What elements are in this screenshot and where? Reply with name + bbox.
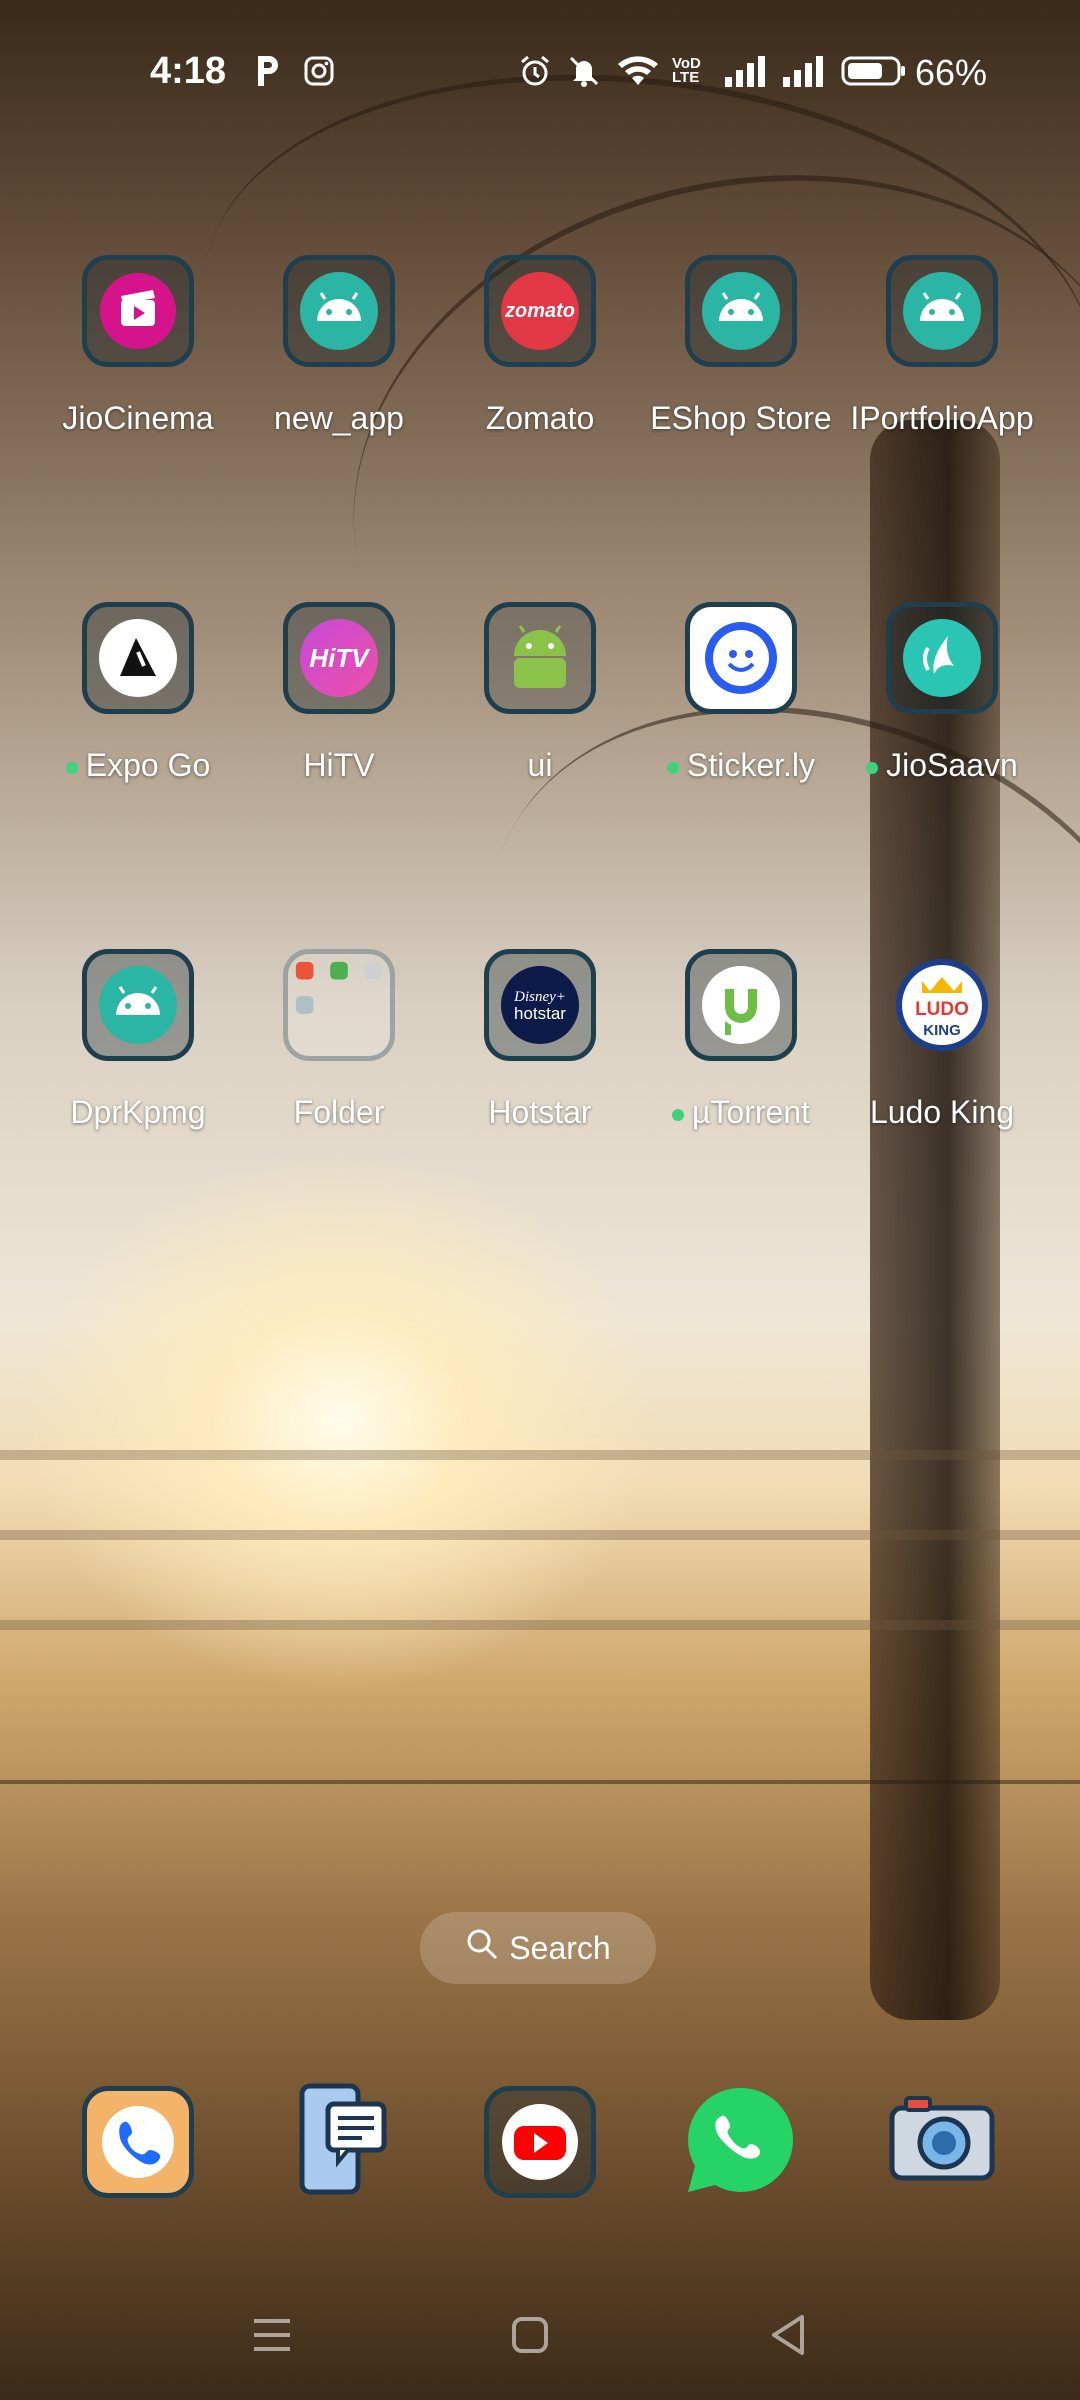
hitv-icon: HiTV xyxy=(283,602,395,714)
new-update-dot xyxy=(666,761,679,774)
zomato-icon: zomato xyxy=(484,255,596,367)
svg-text:Disney+: Disney+ xyxy=(513,989,566,1005)
app-label: Ludo King xyxy=(869,1094,1015,1130)
app-label: Expo Go xyxy=(85,747,211,783)
new-update-dot xyxy=(866,761,879,774)
android-green-icon xyxy=(484,602,596,714)
dock-phone[interactable] xyxy=(78,2082,198,2202)
app-eshop-store[interactable]: EShop Store xyxy=(641,255,841,485)
app-iportfolioapp[interactable]: IPortfolioApp xyxy=(842,255,1042,485)
android-icon xyxy=(685,255,797,367)
hotstar-icon: Disney+ hotstar xyxy=(484,949,596,1061)
android-icon xyxy=(82,949,194,1061)
app-ludo-king[interactable]: LUDO KING Ludo King xyxy=(842,949,1042,1179)
app-dprkpmg[interactable]: DprKpmg xyxy=(38,949,238,1179)
dock-messages[interactable] xyxy=(278,2082,398,2202)
app-hotstar[interactable]: Disney+ hotstar Hotstar xyxy=(440,949,640,1179)
app-ui[interactable]: ui xyxy=(440,602,640,832)
jiosaavn-icon xyxy=(886,602,998,714)
android-icon xyxy=(886,255,998,367)
search-icon xyxy=(465,1927,499,1969)
wave-line xyxy=(0,1780,1080,1784)
status-bar: 4:18 VoD LTE 66% xyxy=(0,0,1080,150)
expo-go-icon xyxy=(82,602,194,714)
phone-icon xyxy=(82,2086,194,2198)
status-time: 4:18 xyxy=(150,50,227,92)
app-expo-go[interactable]: Expo Go xyxy=(38,602,238,832)
svg-text:LUDO: LUDO xyxy=(915,999,969,1020)
new-update-dot xyxy=(65,761,78,774)
svg-text:hotstar: hotstar xyxy=(514,1004,566,1023)
stickerly-icon xyxy=(685,602,797,714)
app-label: µTorrent xyxy=(691,1094,811,1130)
app-hitv[interactable]: HiTV HiTV xyxy=(239,602,439,832)
app-jiocinema[interactable]: JioCinema xyxy=(38,255,238,485)
mute-icon xyxy=(566,52,602,90)
signal-icon xyxy=(722,52,768,90)
navigation-bar xyxy=(0,2300,1080,2370)
dock-youtube[interactable] xyxy=(480,2082,600,2202)
search-label: Search xyxy=(509,1929,611,1966)
youtube-icon xyxy=(484,2086,596,2198)
svg-text:HiTV: HiTV xyxy=(309,643,371,673)
app-label: Sticker.ly xyxy=(686,747,816,783)
camera-icon xyxy=(884,2092,1000,2193)
app-folder[interactable]: Folder xyxy=(239,949,439,1179)
app-jiosaavn[interactable]: JioSaavn xyxy=(842,602,1042,832)
dock-whatsapp[interactable] xyxy=(680,2082,800,2202)
alarm-icon xyxy=(517,52,553,90)
jiocinema-icon xyxy=(82,255,194,367)
menu-button[interactable] xyxy=(242,2310,302,2360)
app-zomato[interactable]: zomato Zomato xyxy=(440,255,640,485)
back-button[interactable] xyxy=(758,2310,818,2360)
signal-icon xyxy=(780,52,826,90)
dock-camera[interactable] xyxy=(882,2082,1002,2202)
p-notification-icon xyxy=(253,52,283,90)
app-label: IPortfolioApp xyxy=(850,400,1034,436)
new-update-dot xyxy=(671,1108,684,1121)
svg-text:zomato: zomato xyxy=(504,300,575,322)
folder-icon xyxy=(283,949,395,1061)
wave-line xyxy=(0,1450,1080,1460)
home-icon xyxy=(512,2317,548,2353)
instagram-icon xyxy=(302,52,336,90)
app-stickerly[interactable]: Sticker.ly xyxy=(641,602,841,832)
app-label: JioSaavn xyxy=(886,747,1018,783)
wave-line xyxy=(0,1620,1080,1630)
utorrent-icon xyxy=(685,949,797,1061)
android-icon xyxy=(283,255,395,367)
messages-icon xyxy=(288,2082,388,2203)
menu-icon xyxy=(254,2319,290,2351)
app-new-app[interactable]: new_app xyxy=(239,255,439,485)
app-utorrent[interactable]: µTorrent xyxy=(641,949,841,1179)
whatsapp-icon xyxy=(682,2082,798,2203)
home-button[interactable] xyxy=(500,2310,560,2360)
battery-percent: 66% xyxy=(915,52,988,93)
wifi-icon xyxy=(614,52,662,90)
ludo-king-icon: LUDO KING xyxy=(886,949,998,1061)
back-icon xyxy=(772,2315,804,2355)
search-bar[interactable]: Search xyxy=(420,1912,656,1984)
app-label-wrap: JioSaavn xyxy=(822,747,1062,784)
wave-line xyxy=(0,1530,1080,1540)
volte-icon: VoD LTE xyxy=(672,55,701,86)
svg-text:KING: KING xyxy=(923,1022,961,1039)
battery-icon xyxy=(840,52,908,90)
